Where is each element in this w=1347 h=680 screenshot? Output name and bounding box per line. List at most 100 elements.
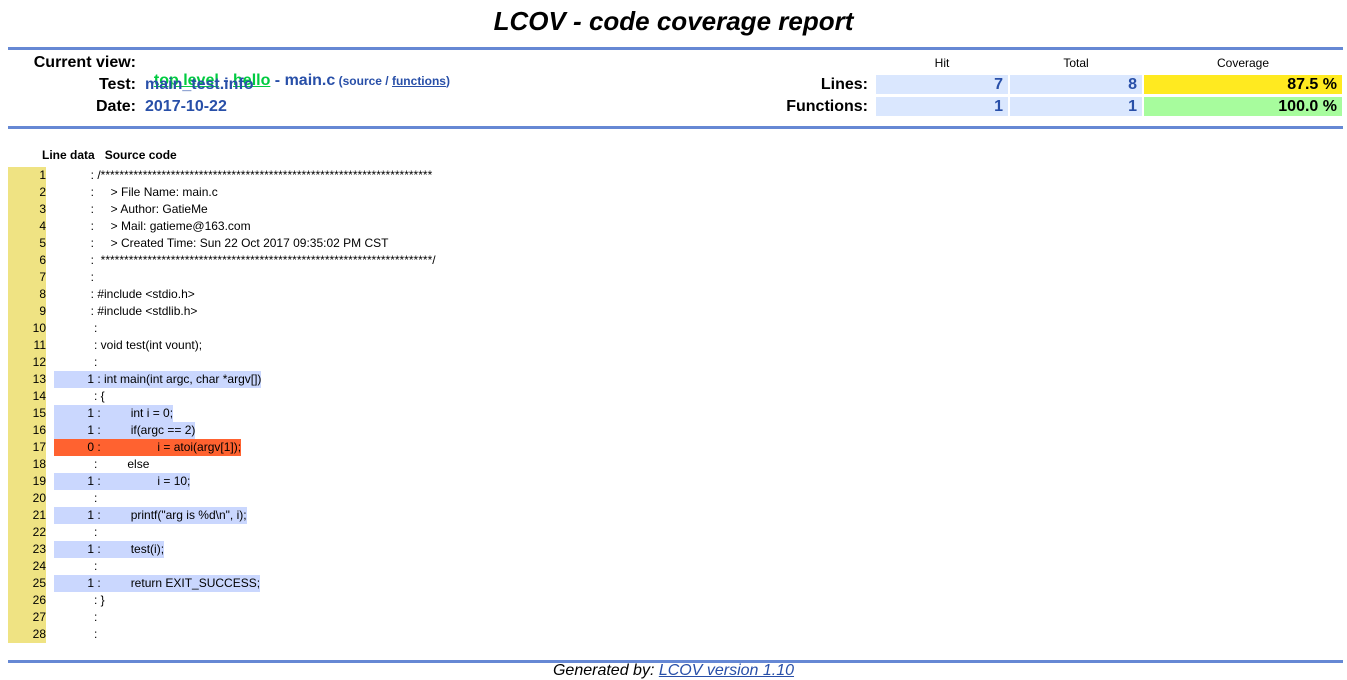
covered-code-line: 1 : i = 10; [54,473,191,490]
line-number-cell: 5 [8,235,46,252]
line-number[interactable]: 9 [15,303,46,320]
line-number-cell: 16 [8,422,46,439]
col-total-header: Total [1063,56,1089,70]
code-line: : [54,491,98,505]
line-number-cell: 25 [8,575,46,592]
line-number[interactable]: 8 [15,286,46,303]
line-number[interactable]: 14 [15,388,46,405]
slash: / [381,74,392,88]
line-number[interactable]: 19 [15,473,46,490]
line-number[interactable]: 2 [15,184,46,201]
covered-code-line: 1 : return EXIT_SUCCESS; [54,575,261,592]
line-number[interactable]: 1 [15,167,46,184]
functions-link[interactable]: functions [392,74,446,88]
line-number[interactable]: 27 [15,609,46,626]
line-number[interactable]: 24 [15,558,46,575]
generated-by-text: Generated by: [552,662,659,679]
code-line: : [54,321,98,335]
line-number-cell: 22 [8,524,46,541]
line-number-cell: 24 [8,558,46,575]
line-number-cell: 19 [8,473,46,490]
col-coverage-header: Coverage [1216,56,1270,70]
lines-coverage: 87.5 % [1144,75,1342,94]
date-value: 2017-10-22 [145,98,227,115]
covered-code-line: 1 : int main(int argc, char *argv[]) [54,371,262,388]
code-line: : [54,525,98,539]
line-number-cell: 23 [8,541,46,558]
line-number[interactable]: 26 [15,592,46,609]
line-number[interactable]: 25 [15,575,46,592]
line-number[interactable]: 22 [15,524,46,541]
line-number[interactable]: 7 [15,269,46,286]
header-divider [8,126,1343,129]
source-table-header: Line data Source code [42,148,177,162]
line-number-cell: 14 [8,388,46,405]
line-number[interactable]: 6 [15,252,46,269]
covered-code-line: 1 : test(i); [54,541,165,558]
lcov-version-link[interactable]: LCOV version 1.10 [659,662,794,679]
line-number[interactable]: 16 [15,422,46,439]
line-number-cell: 20 [8,490,46,507]
line-number[interactable]: 10 [15,320,46,337]
code-line: : [54,559,98,573]
line-number[interactable]: 12 [15,354,46,371]
line-number[interactable]: 13 [15,371,46,388]
code-line: : void test(int vount); [54,338,203,352]
lines-label: Lines: [820,76,868,93]
test-label: Test: [98,76,136,93]
code-line: : > File Name: main.c [54,185,218,199]
line-number-cell: 18 [8,456,46,473]
code-line: : [54,355,98,369]
line-number-cell: 17 [8,439,46,456]
code-line: : { [54,389,105,403]
line-number[interactable]: 20 [15,490,46,507]
line-number[interactable]: 4 [15,218,46,235]
covered-code-line: 1 : int i = 0; [54,405,174,422]
line-number-cell: 7 [8,269,46,286]
line-number-cell: 27 [8,609,46,626]
footer: Generated by: LCOV version 1.10 [0,662,1347,680]
covered-code-line: 1 : if(argc == 2) [54,422,196,439]
line-number[interactable]: 18 [15,456,46,473]
line-number[interactable]: 23 [15,541,46,558]
date-label: Date: [95,98,136,115]
code-line: : #include <stdlib.h> [54,304,198,318]
line-number-cell: 10 [8,320,46,337]
source-code-header: Source code [104,148,177,162]
code-line: : } [54,593,105,607]
line-number-cell: 6 [8,252,46,269]
code-line: : > Author: GatieMe [54,202,208,216]
line-number[interactable]: 21 [15,507,46,524]
breadcrumb-current-file: main.c [284,72,336,89]
functions-total: 1 [1010,97,1142,116]
line-number-cell: 1 [8,167,46,184]
line-number[interactable]: 3 [15,201,46,218]
code-line: : #include <stdio.h> [54,287,195,301]
functions-hit: 1 [876,97,1008,116]
test-value: main_test.info [145,76,254,93]
breadcrumb-separator: - [270,72,285,89]
line-number-cell: 21 [8,507,46,524]
line-number-cell: 15 [8,405,46,422]
line-data-header: Line data [42,148,95,162]
uncovered-code-line: 0 : i = atoi(argv[1]); [54,439,242,456]
line-number[interactable]: 28 [15,626,46,643]
page-title: LCOV - code coverage report [493,6,854,36]
line-number[interactable]: 17 [15,439,46,456]
line-number-cell: 13 [8,371,46,388]
line-number-cell: 2 [8,184,46,201]
line-number[interactable]: 5 [15,235,46,252]
paren-close: ) [445,74,450,88]
line-number-cell: 4 [8,218,46,235]
line-number[interactable]: 15 [15,405,46,422]
line-number-cell: 12 [8,354,46,371]
line-number[interactable]: 11 [15,337,46,354]
code-line: : /*************************************… [54,168,433,182]
line-number-cell: 26 [8,592,46,609]
covered-code-line: 1 : printf("arg is %d\n", i); [54,507,247,524]
top-divider [8,47,1343,50]
line-number-cell: 8 [8,286,46,303]
paren-open: ( [335,74,343,88]
line-number-cell: 3 [8,201,46,218]
lines-total: 8 [1010,75,1142,94]
